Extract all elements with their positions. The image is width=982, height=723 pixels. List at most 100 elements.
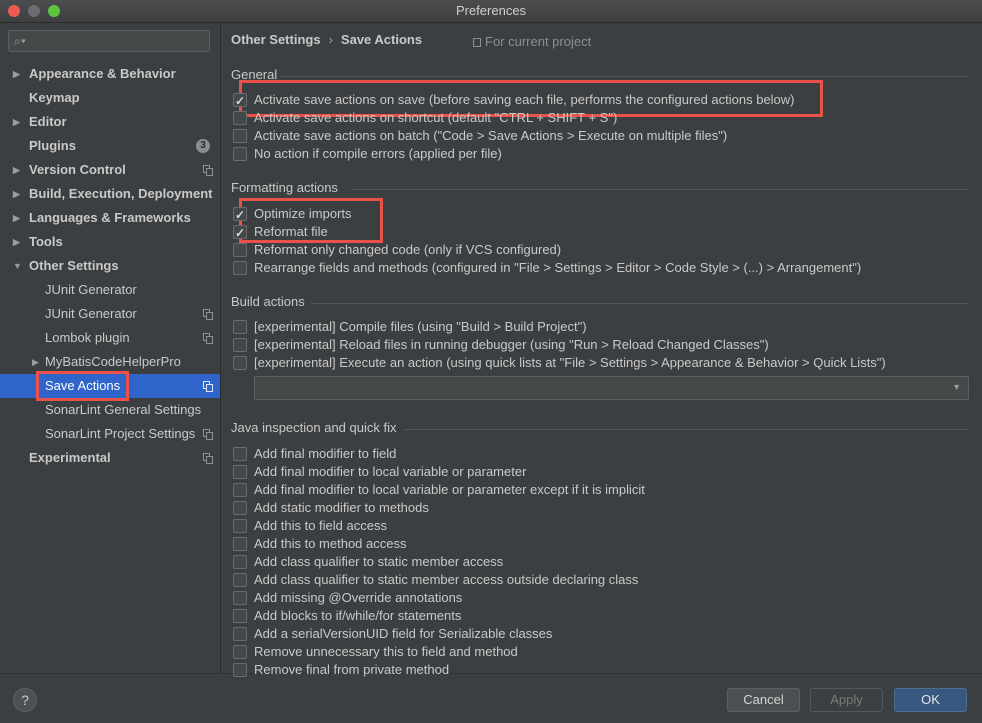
section-divider xyxy=(311,303,969,304)
checkbox[interactable] xyxy=(233,447,247,461)
project-scope-icon xyxy=(473,38,481,47)
project-scope-icon xyxy=(203,453,213,464)
sidebar-item-sonarlint-project-settings[interactable]: SonarLint Project Settings xyxy=(0,422,220,446)
sidebar-item-save-actions[interactable]: Save Actions xyxy=(0,374,220,398)
apply-button[interactable]: Apply xyxy=(810,688,883,712)
section-divider xyxy=(281,76,969,77)
option-label: Add a serialVersionUID field for Seriali… xyxy=(254,626,553,641)
checkbox[interactable] xyxy=(233,356,247,370)
checkbox[interactable] xyxy=(233,573,247,587)
checkbox[interactable] xyxy=(233,663,247,677)
checkbox[interactable] xyxy=(233,206,247,224)
option-reformat-changed-code[interactable]: Reformat only changed code (only if VCS … xyxy=(233,241,561,259)
option-java-7[interactable]: Add class qualifier to static member acc… xyxy=(233,571,639,589)
checkbox[interactable] xyxy=(233,320,247,334)
option-activate-on-save[interactable]: Activate save actions on save (before sa… xyxy=(233,91,795,110)
option-reformat-file[interactable]: Reformat file xyxy=(233,223,328,242)
checkbox[interactable] xyxy=(233,129,247,143)
project-scope-icon xyxy=(203,309,213,320)
sidebar-item-languages-frameworks[interactable]: ▶ Languages & Frameworks xyxy=(0,206,220,230)
checkbox[interactable] xyxy=(233,537,247,551)
option-label: [experimental] Reload files in running d… xyxy=(254,337,769,352)
option-label: Activate save actions on shortcut (defau… xyxy=(254,110,618,125)
option-label: Add class qualifier to static member acc… xyxy=(254,572,639,587)
search-input[interactable]: ⌕▾ xyxy=(8,30,210,52)
checkbox[interactable] xyxy=(233,609,247,623)
sidebar-item-mybatis-code-helper-pro[interactable]: ▶ MyBatisCodeHelperPro xyxy=(0,350,220,374)
expand-arrow-icon[interactable]: ▶ xyxy=(13,62,20,86)
settings-sidebar: ⌕▾ ▶ Appearance & Behavior Keymap ▶ Edit… xyxy=(0,23,221,673)
option-no-action-on-compile-errors[interactable]: No action if compile errors (applied per… xyxy=(233,145,502,163)
section-general: General xyxy=(231,67,969,83)
option-java-9[interactable]: Add blocks to if/while/for statements xyxy=(233,607,461,625)
expand-arrow-icon[interactable]: ▶ xyxy=(13,182,20,206)
checkbox[interactable] xyxy=(233,224,247,242)
option-compile-files[interactable]: [experimental] Compile files (using "Bui… xyxy=(233,318,587,336)
option-activate-on-shortcut[interactable]: Activate save actions on shortcut (defau… xyxy=(233,109,618,127)
close-window-button[interactable] xyxy=(8,5,20,17)
sidebar-item-junit-generator[interactable]: JUnit Generator xyxy=(0,278,220,302)
checkbox[interactable] xyxy=(233,555,247,569)
option-optimize-imports[interactable]: Optimize imports xyxy=(233,205,352,224)
sidebar-item-build-execution-deployment[interactable]: ▶ Build, Execution, Deployment xyxy=(0,182,220,206)
title-bar: Preferences xyxy=(0,0,982,23)
sidebar-item-version-control[interactable]: ▶ Version Control xyxy=(0,158,220,182)
checkbox[interactable] xyxy=(233,243,247,257)
sidebar-item-other-settings[interactable]: ▼ Other Settings xyxy=(0,254,220,278)
option-rearrange-fields[interactable]: Rearrange fields and methods (configured… xyxy=(233,259,861,277)
checkbox[interactable] xyxy=(233,483,247,497)
sidebar-item-sonarlint-general-settings[interactable]: SonarLint General Settings xyxy=(0,398,220,422)
option-java-11[interactable]: Remove unnecessary this to field and met… xyxy=(233,643,518,661)
option-activate-on-batch[interactable]: Activate save actions on batch ("Code > … xyxy=(233,127,727,145)
option-java-4[interactable]: Add this to field access xyxy=(233,517,387,535)
section-divider xyxy=(351,189,969,190)
option-reload-files[interactable]: [experimental] Reload files in running d… xyxy=(233,336,769,354)
breadcrumb-parent[interactable]: Other Settings xyxy=(231,32,321,47)
quick-list-dropdown[interactable]: ▼ xyxy=(254,376,969,400)
checkbox[interactable] xyxy=(233,261,247,275)
checkbox[interactable] xyxy=(233,338,247,352)
option-java-3[interactable]: Add static modifier to methods xyxy=(233,499,429,517)
option-java-5[interactable]: Add this to method access xyxy=(233,535,406,553)
checkbox[interactable] xyxy=(233,147,247,161)
checkbox[interactable] xyxy=(233,111,247,125)
checkbox[interactable] xyxy=(233,519,247,533)
option-java-0[interactable]: Add final modifier to field xyxy=(233,445,396,463)
sidebar-item-plugins[interactable]: Plugins 3 xyxy=(0,134,220,158)
checkbox[interactable] xyxy=(233,591,247,605)
expand-arrow-icon[interactable]: ▶ xyxy=(13,158,20,182)
checkbox[interactable] xyxy=(233,465,247,479)
option-java-12[interactable]: Remove final from private method xyxy=(233,661,449,679)
option-java-10[interactable]: Add a serialVersionUID field for Seriali… xyxy=(233,625,553,643)
breadcrumb-separator-icon: › xyxy=(328,32,333,47)
expand-arrow-icon[interactable]: ▶ xyxy=(13,206,20,230)
cancel-button[interactable]: Cancel xyxy=(727,688,800,712)
checkbox[interactable] xyxy=(233,627,247,641)
sidebar-item-tools[interactable]: ▶ Tools xyxy=(0,230,220,254)
maximize-window-button[interactable] xyxy=(48,5,60,17)
option-execute-action[interactable]: [experimental] Execute an action (using … xyxy=(233,354,886,372)
ok-button[interactable]: OK xyxy=(894,688,967,712)
collapse-arrow-icon[interactable]: ▼ xyxy=(13,254,22,278)
option-label: Add final modifier to local variable or … xyxy=(254,464,527,479)
checkbox[interactable] xyxy=(233,501,247,515)
sidebar-item-appearance-behavior[interactable]: ▶ Appearance & Behavior xyxy=(0,62,220,86)
checkbox[interactable] xyxy=(233,645,247,659)
option-java-1[interactable]: Add final modifier to local variable or … xyxy=(233,463,527,481)
sidebar-item-lombok-plugin[interactable]: Lombok plugin xyxy=(0,326,220,350)
expand-arrow-icon[interactable]: ▶ xyxy=(13,230,20,254)
minimize-window-button[interactable] xyxy=(28,5,40,17)
sidebar-item-keymap[interactable]: Keymap xyxy=(0,86,220,110)
chevron-down-icon: ▼ xyxy=(952,382,961,392)
sidebar-item-label: Keymap xyxy=(29,90,80,105)
option-java-6[interactable]: Add class qualifier to static member acc… xyxy=(233,553,503,571)
sidebar-item-editor[interactable]: ▶ Editor xyxy=(0,110,220,134)
sidebar-item-experimental[interactable]: Experimental xyxy=(0,446,220,470)
help-button[interactable]: ? xyxy=(13,688,37,712)
option-java-2[interactable]: Add final modifier to local variable or … xyxy=(233,481,645,499)
checkbox[interactable] xyxy=(233,92,247,110)
expand-arrow-icon[interactable]: ▶ xyxy=(32,350,39,374)
sidebar-item-junit-generator-project[interactable]: JUnit Generator xyxy=(0,302,220,326)
option-java-8[interactable]: Add missing @Override annotations xyxy=(233,589,462,607)
expand-arrow-icon[interactable]: ▶ xyxy=(13,110,20,134)
